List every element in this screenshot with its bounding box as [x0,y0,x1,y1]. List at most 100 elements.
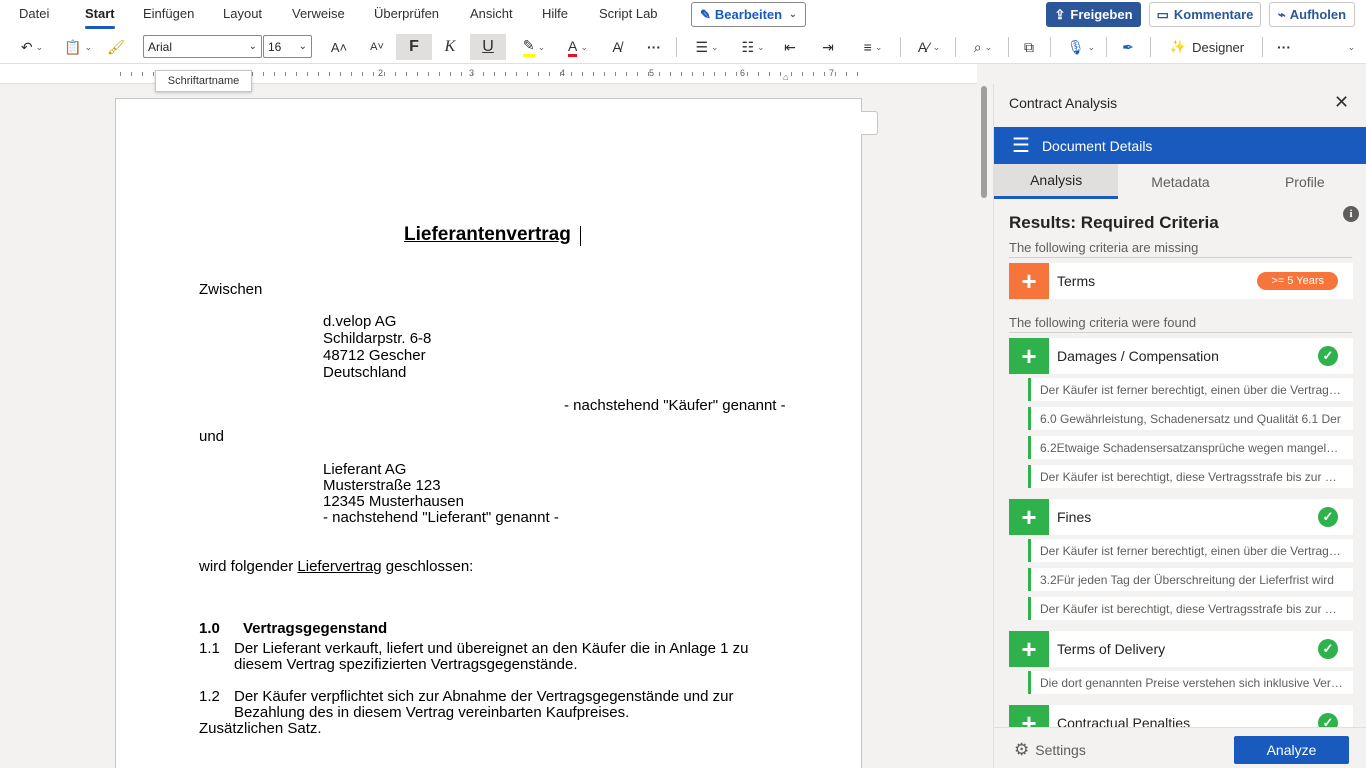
more-options-button[interactable]: ··· [1270,34,1298,60]
dictate-button[interactable]: 🎙 ⌄ [1062,34,1100,60]
criterion-snippet[interactable]: 3.2Für jeden Tag der Überschreitung der … [1028,568,1353,591]
and-text[interactable]: und [199,428,224,445]
ruler-tick [593,72,594,76]
bold-button[interactable]: F [396,34,432,60]
menu-ueberpruefen[interactable]: Überprüfen [374,6,439,21]
document-details-bar[interactable]: ☰ Document Details [994,127,1366,164]
tab-analysis[interactable]: Analysis [994,164,1119,199]
more-font-options-button[interactable]: ··· [640,34,668,60]
found-criterion-terms-of-delivery[interactable]: + Terms of Delivery ✓ [1009,631,1353,667]
buyer-line[interactable]: 48712 Gescher [323,347,426,364]
analyze-button[interactable]: Analyze [1234,736,1349,764]
ruler-tick [615,72,616,76]
paste-button[interactable]: 📋 ⌄ [60,34,96,60]
find-button[interactable]: ⌕ ⌄ [964,34,1002,60]
buyer-note[interactable]: - nachstehend "Käufer" genannt - [564,397,786,414]
menu-hilfe[interactable]: Hilfe [542,6,568,21]
grow-font-button[interactable]: A˄ [325,34,353,60]
bullets-button[interactable]: ☰ ⌄ [688,34,726,60]
paragraph-number[interactable]: 1.2 [199,688,220,705]
menu-verweise[interactable]: Verweise [292,6,345,21]
menu-datei[interactable]: Datei [19,6,49,21]
buyer-line[interactable]: Deutschland [323,364,406,381]
font-size-select[interactable]: 16 ⌄ [263,35,312,58]
settings-button[interactable]: ⚙ Settings [1014,740,1086,760]
clear-formatting-button[interactable]: A̸ [604,34,630,60]
font-color-icon: A [568,38,578,57]
list-icon: ☰ [1012,135,1030,157]
section-number[interactable]: 1.0 [199,620,220,637]
document-title[interactable]: Lieferantenvertrag [404,224,571,246]
info-icon[interactable]: i [1343,206,1359,222]
close-icon[interactable]: ✕ [1334,92,1349,113]
criterion-snippet[interactable]: 6.2Etwaige Schadensersatzansprüche wegen… [1028,436,1353,459]
supplier-line[interactable]: 12345 Musterhausen [323,493,464,510]
tab-metadata[interactable]: Metadata [1118,164,1242,199]
styles-button[interactable]: A⁄ ⌄ [910,34,948,60]
comments-button[interactable]: ▭ Kommentare [1149,2,1261,27]
decrease-indent-button[interactable]: ⇤ [778,34,802,60]
ruler-tick [659,72,660,76]
criterion-snippet[interactable]: 6.0 Gewährleistung, Schadenersatz und Qu… [1028,407,1353,430]
font-color-button[interactable]: A ⌄ [560,34,596,60]
buyer-line[interactable]: d.velop AG [323,313,396,330]
italic-button[interactable]: K [436,34,464,60]
underline-button[interactable]: U [470,34,506,60]
increase-indent-button[interactable]: ⇥ [816,34,840,60]
catch-up-button[interactable]: ⌁ Aufholen [1269,2,1355,27]
collapse-ribbon-button[interactable]: ⌄ [1340,34,1360,60]
align-button[interactable]: ≡ ⌄ [854,34,892,60]
ruler[interactable]: 2 3 4 5 6 7 ⌂ [0,64,977,84]
shrink-font-button[interactable]: A˅ [363,34,391,60]
plus-icon[interactable]: + [1009,263,1049,299]
contract-type-link[interactable]: Liefervertrag [297,558,381,575]
edit-mode-button[interactable]: ✎ Bearbeiten ⌄ [691,2,806,27]
menu-start[interactable]: Start [85,6,115,29]
numbering-button[interactable]: ☷ ⌄ [734,34,772,60]
plus-icon[interactable]: + [1009,499,1049,535]
undo-button[interactable]: ↶ ⌄ [14,34,50,60]
paragraph-text[interactable]: Zusätzlichen Satz. [199,720,322,737]
found-criterion-fines[interactable]: + Fines ✓ [1009,499,1353,535]
highlight-button[interactable]: ✎ ⌄ [516,34,552,60]
paragraph-text[interactable]: Der Lieferant verkauft, liefert und über… [234,640,749,657]
section-heading[interactable]: Vertragsgegenstand [243,620,387,637]
font-name-select[interactable]: Arial ⌄ [143,35,262,58]
criterion-snippet[interactable]: Die dort genannten Preise verstehen sich… [1028,671,1353,694]
buyer-line[interactable]: Schildarpstr. 6-8 [323,330,431,347]
paragraph-text[interactable]: Der Käufer verpflichtet sich zur Abnahme… [234,688,733,705]
share-button[interactable]: ⇪ Freigeben [1046,2,1141,27]
concluded-paragraph[interactable]: wird folgender Liefervertrag geschlossen… [199,558,473,575]
criterion-snippet[interactable]: Der Käufer ist ferner berechtigt, einen … [1028,539,1353,562]
editor-button[interactable]: ✒ [1115,34,1141,60]
supplier-line[interactable]: - nachstehend "Lieferant" genannt - [323,509,559,526]
paragraph-number[interactable]: 1.1 [199,640,220,657]
tab-profile[interactable]: Profile [1243,164,1366,199]
reuse-files-button[interactable]: ⧉ [1016,34,1042,60]
found-criterion-damages[interactable]: + Damages / Compensation ✓ [1009,338,1353,374]
right-indent-marker[interactable]: ⌂ [783,72,788,82]
plus-icon[interactable]: + [1009,338,1049,374]
supplier-line[interactable]: Musterstraße 123 [323,477,441,494]
menu-script-lab[interactable]: Script Lab [599,6,658,21]
ruler-tick [835,72,836,76]
between-text[interactable]: Zwischen [199,281,262,298]
criterion-snippet[interactable]: Der Käufer ist ferner berechtigt, einen … [1028,378,1353,401]
supplier-line[interactable]: Lieferant AG [323,461,406,478]
menu-layout[interactable]: Layout [223,6,262,21]
criterion-snippet[interactable]: Der Käufer ist berechtigt, diese Vertrag… [1028,597,1353,620]
paragraph-text[interactable]: diesem Vertrag spezifizierten Vertragsge… [234,656,578,673]
document-scrollbar[interactable] [981,86,987,198]
toolbar-divider [1106,37,1107,57]
duration-badge: >= 5 Years [1257,272,1338,290]
menu-ansicht[interactable]: Ansicht [470,6,513,21]
ruler-tick [461,72,462,76]
chevron-down-icon: ⌄ [537,41,546,52]
plus-icon[interactable]: + [1009,631,1049,667]
missing-criterion-terms[interactable]: + Terms >= 5 Years [1009,263,1353,299]
menu-einfuegen[interactable]: Einfügen [143,6,194,21]
criterion-snippet[interactable]: Der Käufer ist berechtigt, diese Vertrag… [1028,465,1353,488]
format-painter-button[interactable]: 🖌 [104,34,128,60]
designer-button[interactable]: ✨ Designer [1162,34,1252,60]
paragraph-text[interactable]: Bezahlung des in diesem Vertrag vereinba… [234,704,629,721]
